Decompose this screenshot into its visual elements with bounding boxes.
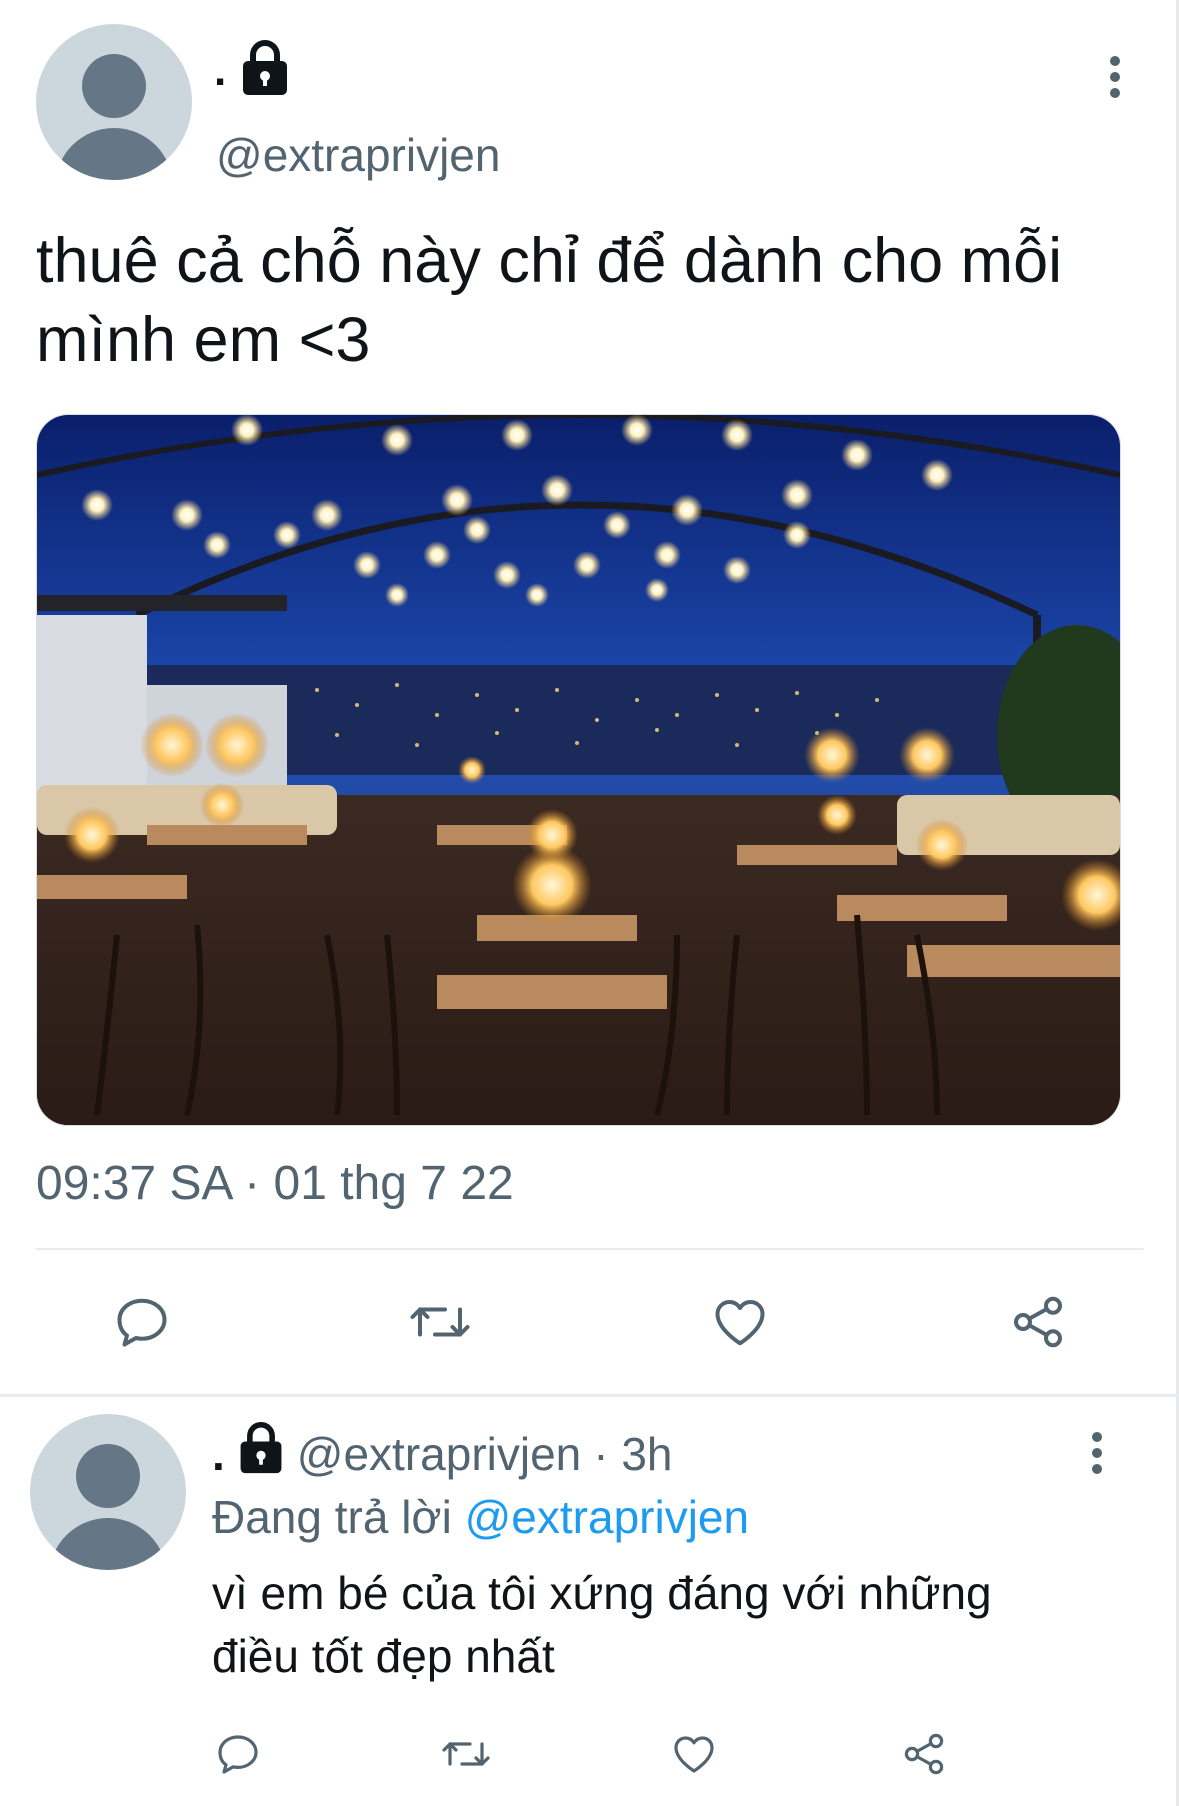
tweet-text: thuê cả chỗ này chỉ để dành cho mỗi mình… (36, 222, 1156, 380)
author-name: . (214, 45, 227, 95)
share-button[interactable] (1000, 1290, 1076, 1354)
replying-prefix: Đang trả lời (212, 1491, 452, 1543)
author-handle[interactable]: @extraprivjen (216, 128, 500, 182)
author-name-row[interactable]: . (214, 40, 290, 101)
lock-icon (237, 1422, 285, 1485)
reply-author-handle: @extraprivjen (296, 1427, 582, 1480)
reply-reply-button[interactable] (210, 1726, 266, 1782)
tweet-text-line-1: thuê cả chỗ này chỉ để dành cho mỗi (36, 226, 1063, 296)
heart-icon (674, 1736, 714, 1773)
reply-like-button[interactable] (666, 1726, 722, 1782)
tweet-divider (0, 1394, 1179, 1397)
tweet-text-line-2: mình em <3 (36, 305, 371, 375)
reply-time: · 3h (593, 1427, 673, 1480)
reply-text-line-2: điều tốt đẹp nhất (212, 1630, 555, 1682)
reply-author-name: . (212, 1427, 225, 1480)
heart-icon (715, 1300, 765, 1346)
share-icon (1014, 1296, 1062, 1348)
timestamp-divider (36, 1248, 1144, 1250)
reply-text-line-1: vì em bé của tôi xứng đáng với những (212, 1567, 992, 1619)
retweet-button[interactable] (400, 1290, 480, 1354)
reply-author-avatar[interactable] (30, 1414, 186, 1570)
reply-button[interactable] (104, 1290, 180, 1354)
photo-icon (37, 415, 1120, 1125)
share-icon (904, 1733, 944, 1775)
reply-icon (117, 1298, 167, 1347)
tweet-media-image[interactable] (36, 414, 1121, 1126)
reply-icon (218, 1735, 258, 1774)
tweet-timestamp[interactable]: 09:37 SA · 01 thg 7 22 (36, 1156, 514, 1211)
replying-to: Đang trả lời @extraprivjen (212, 1490, 749, 1544)
more-options-icon[interactable] (1110, 56, 1122, 104)
author-avatar[interactable] (36, 24, 192, 180)
like-button[interactable] (702, 1290, 778, 1354)
reply-text: vì em bé của tôi xứng đáng với những điề… (212, 1562, 1112, 1688)
reply-more-options-icon[interactable] (1092, 1432, 1104, 1480)
retweet-icon (410, 1307, 470, 1337)
reply-share-button[interactable] (896, 1726, 952, 1782)
reply-header[interactable]: . @extraprivjen · 3h (212, 1422, 673, 1485)
reply-retweet-button[interactable] (434, 1726, 498, 1782)
retweet-icon (442, 1742, 490, 1766)
replying-mention-link[interactable]: @extraprivjen (465, 1491, 749, 1543)
lock-icon (240, 40, 290, 101)
